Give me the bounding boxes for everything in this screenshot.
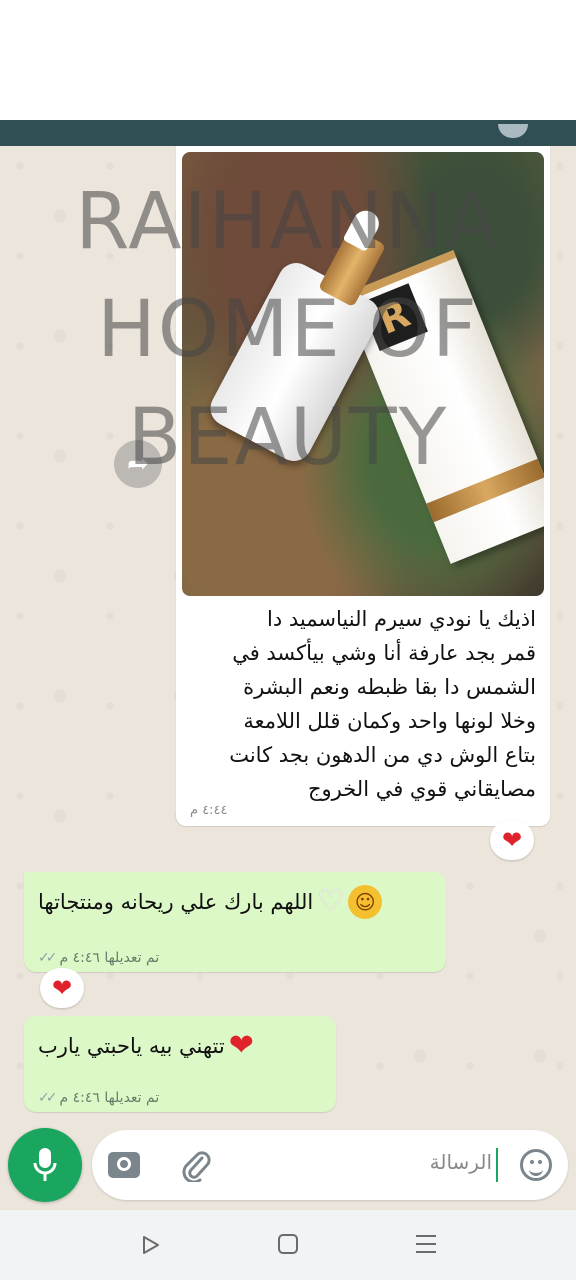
back-icon[interactable]	[140, 1234, 162, 1256]
message-text: تتهني بيه ياحبتي يارب	[38, 1034, 225, 1058]
product-box-image: R	[342, 250, 544, 564]
message-line: اذيك يا نودي سيرم النياسميد دا	[267, 607, 536, 631]
incoming-image-message[interactable]: R اذيك يا نودي سيرم النياسميد دا قمر بجد…	[176, 146, 550, 826]
message-meta: ✓✓ تم تعديلها ٤:٤٦ م	[38, 950, 159, 966]
message-line: مصايقاني قوي في الخروج	[307, 777, 536, 801]
edited-time: تم تعديلها ٤:٤٦ م	[59, 950, 160, 966]
camera-icon[interactable]	[108, 1152, 140, 1178]
system-nav-bar	[0, 1210, 576, 1280]
heart-icon: ❤	[51, 974, 73, 1002]
message-composer[interactable]: الرسالة	[92, 1130, 568, 1200]
message-text-row: ☺ ♡ اللهم بارك علي ريحانه ومنتجاتها	[38, 882, 432, 922]
chat-header[interactable]	[0, 120, 576, 146]
message-line: الشمس دا بقا ظبطه ونعم البشرة	[243, 675, 536, 699]
message-text: اللهم بارك علي ريحانه ومنتجاتها	[38, 890, 314, 914]
heart-icon: ❤	[501, 826, 523, 854]
outgoing-message[interactable]: ☺ ♡ اللهم بارك علي ريحانه ومنتجاتها ✓✓ ت…	[24, 872, 446, 972]
paperclip-icon[interactable]	[180, 1148, 212, 1182]
reaction-heart[interactable]: ❤	[40, 968, 84, 1008]
white-heart-icon: ♡	[317, 884, 345, 919]
message-line: وخلا لونها واحد وكمان قلل اللامعة	[243, 709, 536, 733]
message-photo[interactable]: R	[182, 152, 544, 596]
home-icon[interactable]	[278, 1234, 298, 1254]
avatar[interactable]	[498, 124, 528, 138]
status-area	[0, 0, 576, 120]
recents-icon[interactable]	[416, 1235, 436, 1253]
mic-icon	[33, 1148, 57, 1181]
message-line: بتاع الوش دي من الدهون بجد كانت	[229, 743, 536, 767]
forward-icon[interactable]: ➦	[114, 440, 162, 488]
message-text: اذيك يا نودي سيرم النياسميد دا قمر بجد ع…	[182, 596, 544, 806]
read-receipt-icon: ✓✓	[38, 950, 58, 966]
edited-time: تم تعديلها ٤:٤٦ م	[59, 1090, 160, 1106]
message-input[interactable]: الرسالة	[430, 1150, 492, 1174]
message-time: ٤:٤٤ م	[190, 803, 228, 818]
message-line: قمر بجد عارفة أنا وشي بيأكسد في	[232, 641, 536, 665]
mic-button[interactable]	[8, 1128, 82, 1202]
reaction-heart[interactable]: ❤	[490, 820, 534, 860]
red-heart-icon: ❤	[228, 1028, 254, 1063]
emoji-icon[interactable]	[520, 1149, 552, 1181]
read-receipt-icon: ✓✓	[38, 1090, 58, 1106]
outgoing-message[interactable]: ❤ تتهني بيه ياحبتي يارب ✓✓ تم تعديلها ٤:…	[24, 1016, 336, 1112]
text-caret	[496, 1148, 498, 1182]
message-meta: ✓✓ تم تعديلها ٤:٤٦ م	[38, 1090, 159, 1106]
message-text-row: ❤ تتهني بيه ياحبتي يارب	[38, 1026, 322, 1066]
kissing-face-icon: ☺	[348, 885, 383, 919]
